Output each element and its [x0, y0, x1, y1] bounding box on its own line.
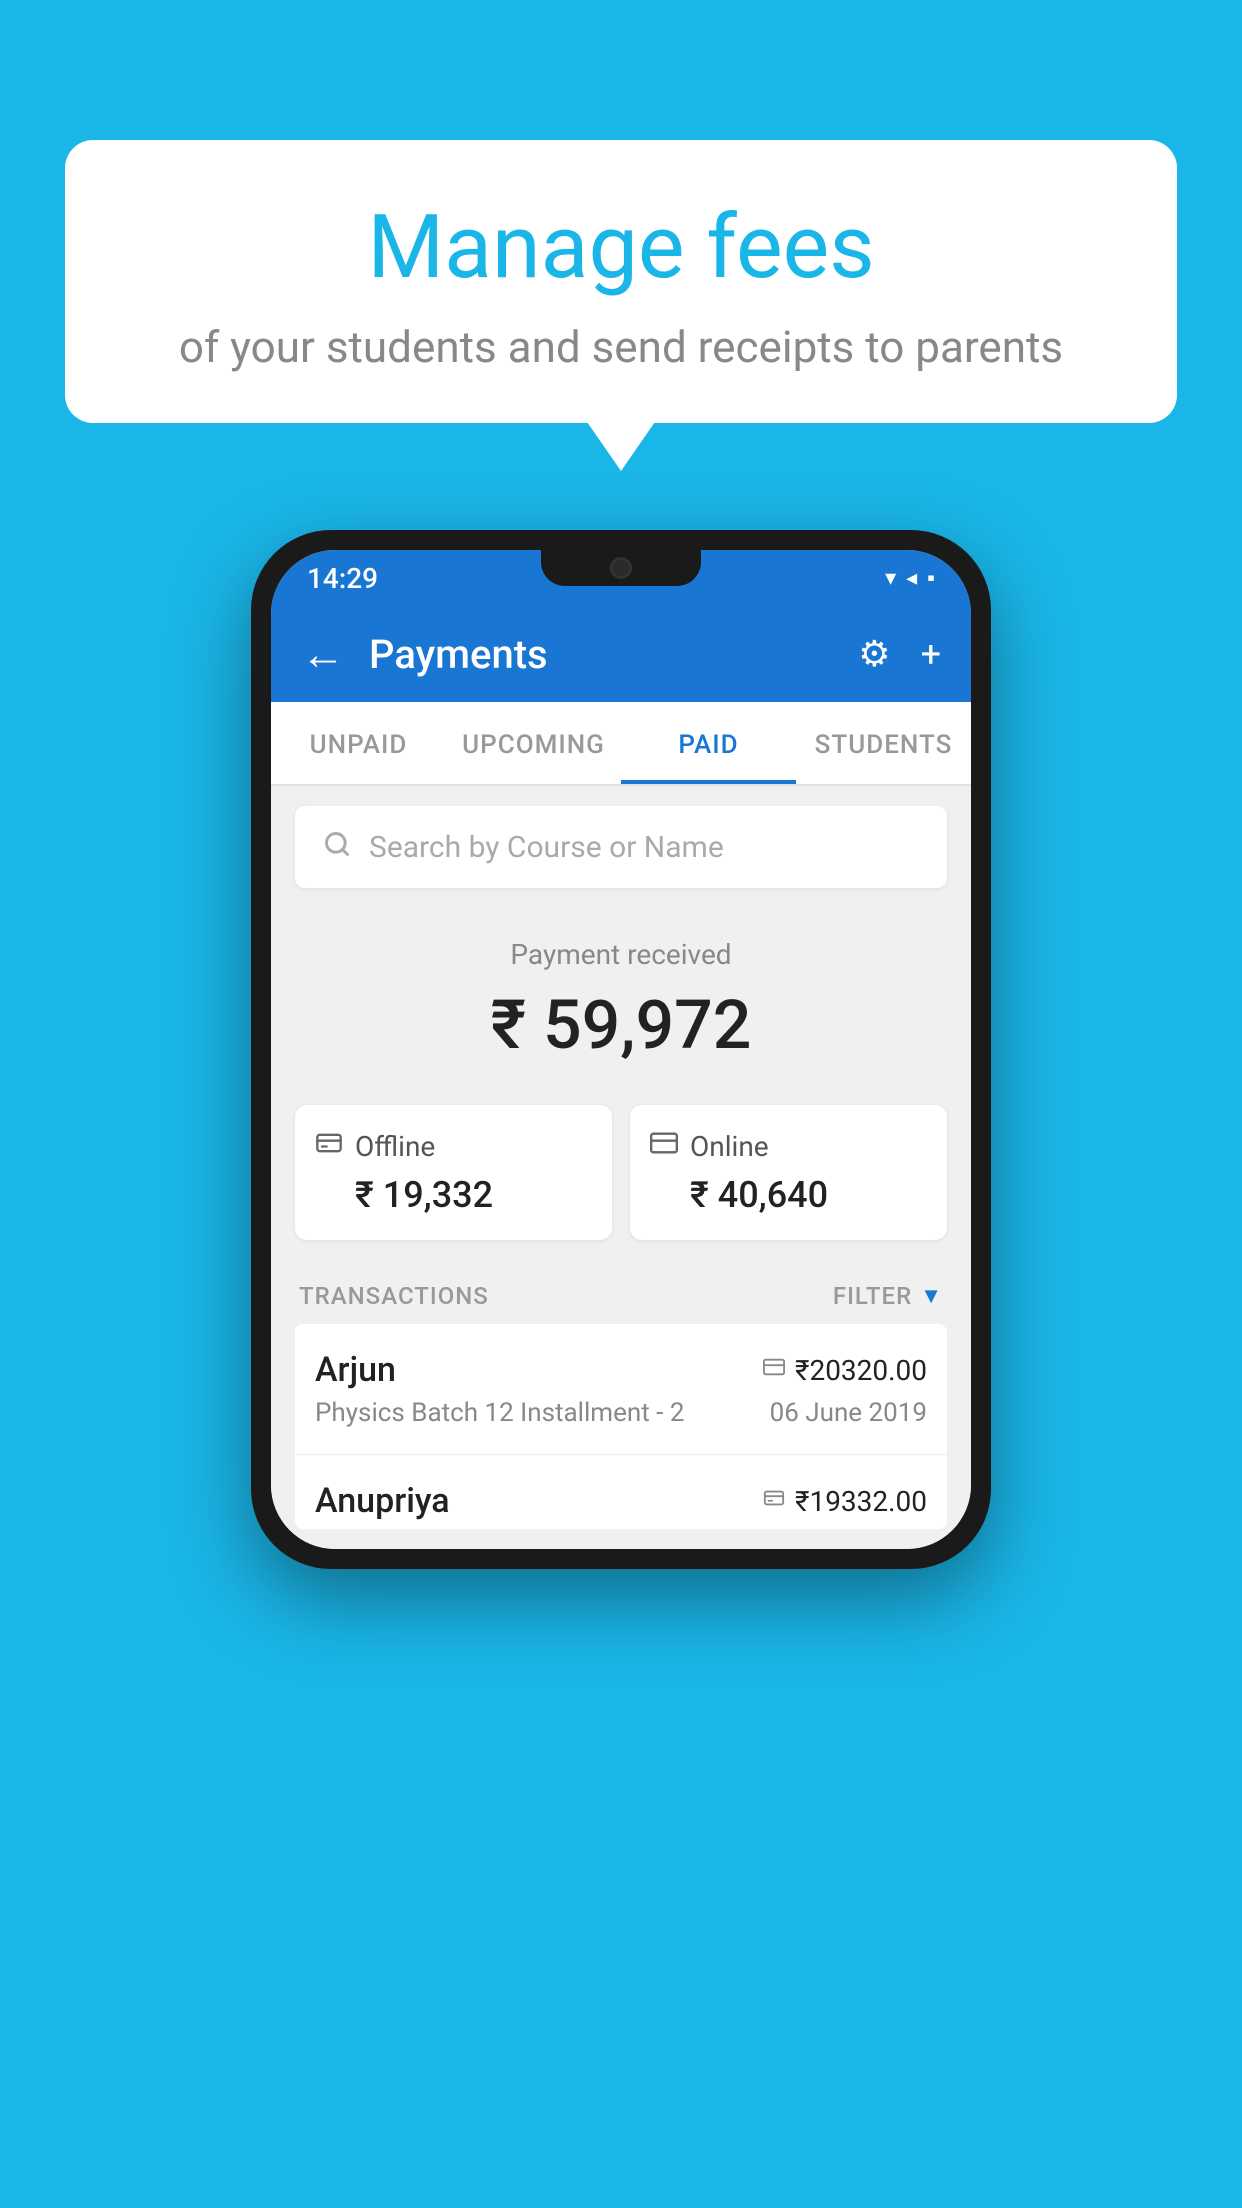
- status-icons: ▾ ◂ ▪: [885, 565, 935, 591]
- payment-total-amount: ₹ 59,972: [295, 985, 947, 1065]
- transactions-header: TRANSACTIONS FILTER ▼: [295, 1264, 947, 1324]
- offline-label: Offline: [355, 1130, 435, 1163]
- tab-paid[interactable]: PAID: [621, 702, 796, 784]
- offline-payment-card: Offline ₹ 19,332: [295, 1105, 612, 1240]
- transactions-label: TRANSACTIONS: [299, 1282, 489, 1310]
- tab-unpaid[interactable]: UNPAID: [271, 702, 446, 784]
- app-bar-title: Payments: [369, 631, 834, 678]
- signal-icon: ◂: [906, 566, 917, 591]
- transaction-row[interactable]: Anupriya ₹19332.00: [295, 1455, 947, 1521]
- search-icon: [323, 828, 351, 866]
- add-icon[interactable]: +: [921, 633, 941, 675]
- offline-icon: [315, 1129, 343, 1164]
- transaction-course: Physics Batch 12 Installment - 2: [315, 1398, 684, 1428]
- battery-icon: ▪: [927, 565, 935, 591]
- cash-payment-icon: [763, 1487, 785, 1515]
- payment-cards: Offline ₹ 19,332: [295, 1105, 947, 1240]
- online-icon: [650, 1129, 678, 1164]
- tabs: UNPAID UPCOMING PAID STUDENTS: [271, 702, 971, 786]
- offline-card-header: Offline: [315, 1129, 592, 1164]
- transaction-row-bottom: Physics Batch 12 Installment - 2 06 June…: [315, 1398, 927, 1428]
- phone-frame: 14:29 ▾ ◂ ▪ ← Payments ⚙ + UNPAID UPCO: [251, 530, 991, 1569]
- hero-subtitle: of your students and send receipts to pa…: [125, 321, 1117, 373]
- online-label: Online: [690, 1130, 769, 1163]
- tab-students[interactable]: STUDENTS: [796, 702, 971, 784]
- app-bar: ← Payments ⚙ +: [271, 606, 971, 702]
- payment-summary: Payment received ₹ 59,972: [295, 908, 947, 1089]
- transaction-amount-wrap: ₹19332.00: [763, 1485, 927, 1518]
- back-button[interactable]: ←: [301, 628, 345, 680]
- offline-amount: ₹ 19,332: [355, 1174, 592, 1216]
- status-time: 14:29: [307, 562, 378, 595]
- transaction-amount-wrap: ₹20320.00: [763, 1354, 927, 1387]
- phone-wrapper: 14:29 ▾ ◂ ▪ ← Payments ⚙ + UNPAID UPCO: [251, 530, 991, 1569]
- hero-card: Manage fees of your students and send re…: [65, 140, 1177, 423]
- settings-icon[interactable]: ⚙: [858, 633, 890, 675]
- transaction-row-top: Anupriya ₹19332.00: [315, 1481, 927, 1521]
- transaction-row-top: Arjun ₹20320.00: [315, 1350, 927, 1390]
- wifi-icon: ▾: [885, 566, 896, 591]
- phone-notch: [541, 550, 701, 586]
- transactions-list: Arjun ₹20320.00: [295, 1324, 947, 1529]
- phone-camera: [610, 557, 632, 579]
- tab-upcoming[interactable]: UPCOMING: [446, 702, 621, 784]
- payment-received-label: Payment received: [295, 938, 947, 971]
- hero-title: Manage fees: [125, 200, 1117, 297]
- search-bar[interactable]: Search by Course or Name: [295, 806, 947, 888]
- content-area: Search by Course or Name Payment receive…: [271, 786, 971, 1549]
- transaction-name: Anupriya: [315, 1481, 450, 1521]
- online-card-header: Online: [650, 1129, 927, 1164]
- app-bar-actions: ⚙ +: [858, 633, 941, 675]
- transaction-name: Arjun: [315, 1350, 396, 1390]
- transaction-date: 06 June 2019: [770, 1398, 927, 1428]
- transaction-amount: ₹19332.00: [795, 1485, 927, 1518]
- filter-icon: ▼: [920, 1283, 943, 1309]
- phone-screen: 14:29 ▾ ◂ ▪ ← Payments ⚙ + UNPAID UPCO: [271, 550, 971, 1549]
- online-payment-card: Online ₹ 40,640: [630, 1105, 947, 1240]
- transaction-row[interactable]: Arjun ₹20320.00: [295, 1324, 947, 1455]
- online-amount: ₹ 40,640: [690, 1174, 927, 1216]
- search-placeholder: Search by Course or Name: [369, 830, 724, 865]
- transaction-amount: ₹20320.00: [795, 1354, 927, 1387]
- card-payment-icon: [763, 1356, 785, 1384]
- filter-label: FILTER: [833, 1282, 912, 1310]
- filter-button[interactable]: FILTER ▼: [833, 1282, 943, 1310]
